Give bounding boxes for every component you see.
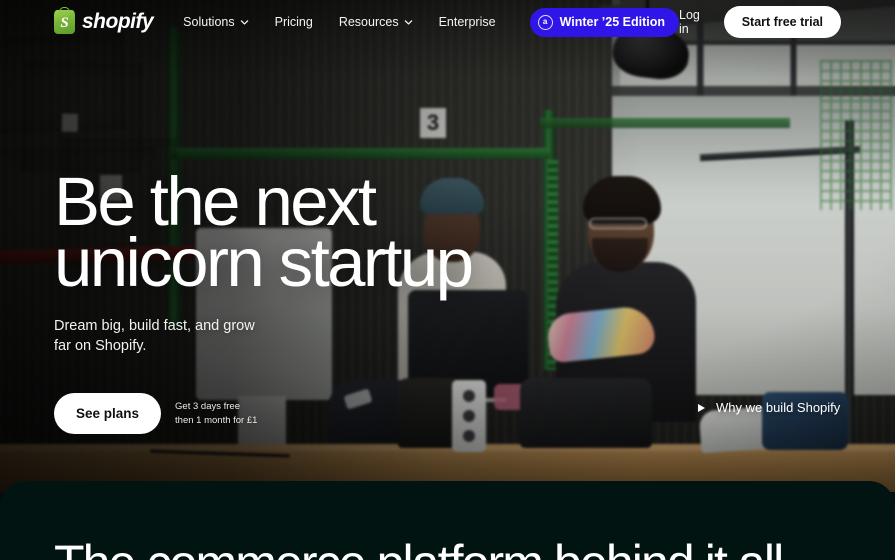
- section-heading: The commerce platform behind it all: [54, 538, 784, 560]
- chevron-down-icon: [240, 18, 249, 27]
- hero-cta-row: See plans Get 3 days free then 1 month f…: [54, 393, 257, 434]
- nav-item-pricing[interactable]: Pricing: [275, 15, 313, 29]
- trial-offer-note: Get 3 days free then 1 month for £1: [175, 400, 257, 428]
- nav-item-label: Resources: [338, 15, 399, 29]
- nav-right-actions: Log in Start free trial: [679, 6, 841, 38]
- top-navigation-bar: S shopify Solutions Pricing Resources En…: [0, 0, 895, 44]
- login-link[interactable]: Log in: [679, 8, 708, 36]
- subhead-line-2: far on Shopify.: [54, 338, 147, 354]
- see-plans-button[interactable]: See plans: [54, 393, 162, 434]
- nav-item-solutions[interactable]: Solutions: [183, 15, 248, 29]
- hero-subheading: Dream big, build fast, and grow far on S…: [54, 317, 269, 356]
- chevron-down-icon: [404, 18, 413, 27]
- hero-copy: Be the next unicorn startup Dream big, b…: [54, 167, 574, 357]
- dark-content-section: The commerce platform behind it all: [0, 481, 895, 560]
- winter-edition-label: Winter ’25 Edition: [559, 15, 666, 29]
- nav-item-resources[interactable]: Resources: [339, 15, 413, 29]
- winter-edition-badge[interactable]: a Winter ’25 Edition: [529, 7, 680, 37]
- nav-item-enterprise[interactable]: Enterprise: [439, 15, 496, 29]
- video-link-label: Why we build Shopify: [716, 400, 841, 415]
- shopify-bag-icon: S: [54, 7, 75, 34]
- shopify-wordmark: shopify: [82, 10, 154, 33]
- nav-item-label: Enterprise: [438, 15, 496, 29]
- shopify-landing-page: 3: [0, 0, 895, 560]
- page-title: Be the next unicorn startup: [54, 167, 574, 301]
- trial-note-line-1: Get 3 days free: [175, 400, 240, 412]
- nav-item-label: Solutions: [183, 15, 235, 29]
- nav-links: Solutions Pricing Resources Enterprise: [183, 15, 495, 29]
- headline-line-2: unicorn startup: [54, 223, 474, 301]
- shopify-circle-icon: a: [537, 14, 553, 30]
- shopify-logo[interactable]: S shopify: [54, 7, 154, 34]
- trial-note-line-2: then 1 month for £1: [175, 414, 258, 426]
- nav-item-label: Pricing: [274, 15, 313, 29]
- subhead-line-1: Dream big, build fast, and grow: [54, 318, 255, 335]
- why-we-build-shopify-link[interactable]: Why we build Shopify: [698, 400, 840, 415]
- start-free-trial-button[interactable]: Start free trial: [723, 6, 841, 38]
- logo-letter: S: [60, 14, 69, 31]
- play-triangle-icon: [698, 403, 705, 412]
